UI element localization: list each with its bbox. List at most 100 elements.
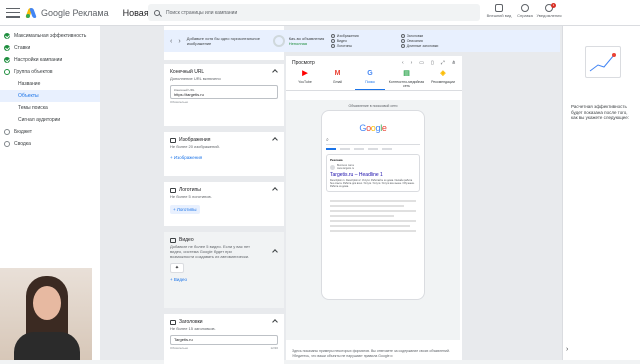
notifications-button[interactable]: 1 Уведомле­ния [536,3,562,18]
help-button[interactable]: Справка [512,4,538,18]
tab-gmail[interactable]: M Gmail [323,70,353,90]
final-url-value: https://targetis.ru [174,92,204,97]
preview-title: Просмотр [292,60,315,66]
logos-title: Логотипы [179,187,201,193]
tab-label: Gmail [332,80,343,84]
sidebar-item-label: Настройки кампании [14,57,63,63]
add-logos-button[interactable]: + Логотипы [170,205,200,214]
chevron-left-icon[interactable]: ‹ [402,60,404,66]
final-url-field[interactable]: Конечный URL https://targetis.ru [170,85,278,99]
preview-tabs: ▶ YouTube M Gmail G Поиск ▤ Контекстно-медий… [286,70,462,91]
search-icon: ⌕ [326,137,329,143]
chevron-up-icon[interactable] [272,249,278,255]
tab-discover[interactable]: ◈ Рекомендации [428,70,458,90]
add-videos-button[interactable]: + Видео [170,277,187,282]
check-label: Описания [406,39,423,43]
add-images-button[interactable]: + Изображения [170,155,202,160]
google-search-icon: G [367,70,373,77]
ad-quality: Кач-во объявления Неполная [289,36,325,46]
logos-subtitle: Не более 5 логотипов. [170,194,212,199]
help-icon [521,4,529,12]
sidebar-item-campaign-settings[interactable]: Настройки кампании [0,54,100,66]
youtube-icon: ▶ [302,70,308,77]
sidebar-item-summary[interactable]: Сводка [0,138,100,150]
desktop-icon[interactable]: ▭ [419,60,424,66]
sidebar-subitem-audience-signal[interactable]: Сигнал аудитории [0,114,100,126]
sidebar-item-budget[interactable]: Бюджет [0,126,100,138]
ad-site-url: www.targetis.ru [337,167,355,170]
videos-title: Видео [179,237,194,243]
top-bar: Google Реклама Новая кампания Поиск стра… [0,0,640,26]
tab-display[interactable]: ▤ Контекстно-медийная сеть [388,70,426,90]
skeleton-line [330,205,404,207]
sidebar-item-bidding[interactable]: Ставки [0,42,100,54]
sidebar-subitem-assets[interactable]: Объекты [0,90,100,102]
chevron-right-icon[interactable]: › [178,38,180,45]
circle-icon [330,44,335,48]
images-title: Изображения [179,137,211,143]
search-icon [154,9,160,16]
fullscreen-icon[interactable]: ⤢ [441,60,445,66]
presenter-face [33,286,61,320]
ad-headline: Targetis.ru – Headline 1 [330,172,383,178]
add-images-label: Изображения [173,155,203,160]
info-banner: ‹ › Добавьте хотя бы одно горизонтальное… [164,30,560,52]
quality-progress-icon [272,35,285,47]
text-icon [170,319,176,325]
search-input[interactable]: Поиск страницы или кампании [148,4,480,21]
phone-tabs [326,148,420,150]
sidebar-item-label: Максимальная эффективность [14,33,87,39]
share-icon[interactable]: ⋔ [452,60,456,66]
presenter-body [14,332,80,360]
sidebar-subitem-name[interactable]: Название [0,78,100,90]
phone-mockup: Google ⌕ Реклама Business name www.target… [321,110,425,300]
check-item: Изображения [330,34,399,38]
notifications-label: Уведомле­ния [536,13,562,18]
add-logos-label: Логотипы [176,207,197,212]
quality-checklist: Изображения Заголовки Видео Описания Лог… [330,34,461,48]
final-url-subtitle: Дополнение URL включено [170,76,221,81]
skeleton-line [330,230,416,232]
sidebar-item-label: Ставки [14,45,31,51]
check-item: Описания [400,39,461,43]
circle-icon [330,34,335,38]
step-icon [4,69,10,75]
auto-generate-button[interactable]: ✦ [170,263,184,273]
sidebar-item-performance-max[interactable]: Максимальная эффективность [0,30,100,42]
check-icon [4,33,10,39]
preview-disclaimer: Здесь показаны примеры некоторых формато… [292,349,450,358]
sidebar-item-label: Бюджет [14,129,33,135]
sidebar-item-asset-group[interactable]: Группа объектов [0,66,100,78]
skeleton-line [330,210,416,212]
webcam-overlay [0,268,92,360]
quality-value: Неполная [288,41,308,46]
headline-value: Targetis.ru [174,337,193,342]
skeleton-line [330,225,410,227]
circle-icon [330,39,335,43]
sidebar-item-label: Группа объектов [14,69,53,75]
sparkle-icon: ✦ [174,265,180,271]
menu-icon[interactable] [6,7,20,18]
circle-icon [400,34,405,38]
final-url-title: Конечный URL [170,69,205,75]
chevron-left-icon[interactable]: ‹ [170,38,172,45]
tab-label: Поиск [365,80,375,84]
gmail-icon: M [334,70,341,77]
tab-search[interactable]: G Поиск [355,70,385,90]
sidebar-item-label: Сводка [14,141,31,147]
discover-icon: ◈ [440,70,446,77]
headline-field[interactable]: Targetis.ru [170,335,278,345]
appearance-button[interactable]: Внешний вид [486,4,512,18]
tab-youtube[interactable]: ▶ YouTube [290,70,320,90]
preview-panel: Просмотр ‹ › ▭ ▯ ⤢ ⋔ ▶ YouTube M Gmail G По… [286,56,462,360]
sidebar-subitem-search-themes[interactable]: Темы поиска [0,102,100,114]
circle-icon [400,44,405,48]
chevron-right-icon[interactable]: › [411,60,413,66]
performance-panel: Расчетная эффективность будет показана п… [562,26,640,360]
mobile-icon[interactable]: ▯ [431,60,434,66]
ad-preview: Реклама Business name www.targetis.ru Tar… [326,154,420,192]
tab-label: Рекомендации [431,80,455,84]
chevron-right-icon[interactable]: › [566,346,568,353]
ad-description: Description 1. Description 2. Услуги. Ра… [330,179,415,188]
brand-name: Google Реклама [41,7,109,18]
